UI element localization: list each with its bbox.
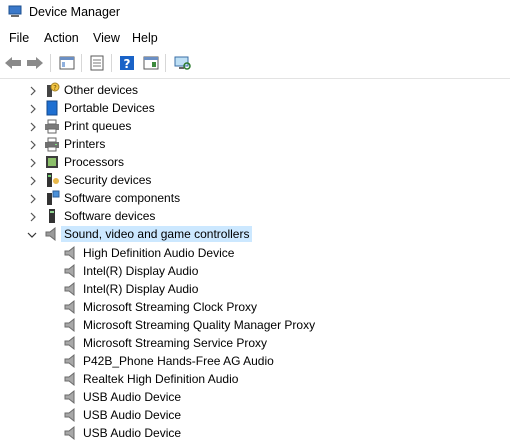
speaker-icon bbox=[63, 281, 79, 297]
device-label: USB Audio Device bbox=[83, 408, 182, 422]
chevron-right-icon[interactable] bbox=[28, 157, 38, 168]
toolbar-separator bbox=[50, 54, 51, 72]
device-item[interactable]: Intel(R) Display Audio bbox=[0, 280, 510, 298]
device-label: P42B_Phone Hands-Free AG Audio bbox=[83, 354, 274, 368]
show-hide-console-tree-icon[interactable] bbox=[57, 53, 77, 73]
chevron-right-icon[interactable] bbox=[28, 193, 38, 204]
menu-view[interactable]: View bbox=[93, 31, 120, 45]
action-pane-icon[interactable] bbox=[141, 53, 161, 73]
tree-node-label: Security devices bbox=[64, 173, 152, 187]
speaker-icon bbox=[63, 353, 79, 369]
toolbar: ? bbox=[0, 50, 510, 76]
device-item[interactable]: Microsoft Streaming Quality Manager Prox… bbox=[0, 316, 510, 334]
menu-action[interactable]: Action bbox=[44, 31, 79, 45]
title-bar: Device Manager bbox=[0, 0, 510, 26]
scan-hardware-icon[interactable] bbox=[172, 53, 192, 73]
processor-icon bbox=[44, 154, 60, 170]
properties-icon[interactable] bbox=[87, 53, 107, 73]
window-title: Device Manager bbox=[29, 5, 121, 19]
tree-node-label: Processors bbox=[64, 155, 125, 169]
portable-devices-icon bbox=[44, 100, 60, 116]
chevron-right-icon[interactable] bbox=[28, 139, 38, 150]
device-label: Intel(R) Display Audio bbox=[83, 282, 199, 296]
chevron-right-icon[interactable] bbox=[28, 211, 38, 222]
device-label: High Definition Audio Device bbox=[83, 246, 235, 260]
printer-icon bbox=[44, 136, 60, 152]
speaker-icon bbox=[63, 425, 79, 441]
chevron-right-icon[interactable] bbox=[28, 103, 38, 114]
device-item[interactable]: USB Audio Device bbox=[0, 406, 510, 424]
forward-arrow-icon[interactable] bbox=[25, 53, 45, 73]
speaker-icon bbox=[63, 263, 79, 279]
chevron-right-icon[interactable] bbox=[28, 121, 38, 132]
back-arrow-icon[interactable] bbox=[3, 53, 23, 73]
software-device-icon bbox=[44, 208, 60, 224]
chevron-right-icon[interactable] bbox=[28, 85, 38, 96]
device-tree: ? Other devices Portable Devices Print q… bbox=[0, 78, 510, 446]
tree-node-label: Software components bbox=[64, 191, 181, 205]
device-label: USB Audio Device bbox=[83, 426, 182, 440]
help-icon[interactable]: ? bbox=[117, 53, 137, 73]
tree-node-printers[interactable]: Printers bbox=[0, 135, 510, 153]
tree-node-label: Print queues bbox=[64, 119, 132, 133]
device-label: USB Audio Device bbox=[83, 390, 182, 404]
speaker-icon bbox=[63, 389, 79, 405]
tree-node-label: Portable Devices bbox=[64, 101, 155, 115]
device-label: Microsoft Streaming Clock Proxy bbox=[83, 300, 258, 314]
toolbar-separator bbox=[111, 54, 112, 72]
menu-file[interactable]: File bbox=[9, 31, 29, 45]
tree-node-software-devices[interactable]: Software devices bbox=[0, 207, 510, 225]
device-label: Intel(R) Display Audio bbox=[83, 264, 199, 278]
chevron-right-icon[interactable] bbox=[28, 175, 38, 186]
speaker-icon bbox=[63, 245, 79, 261]
device-item[interactable]: Realtek High Definition Audio bbox=[0, 370, 510, 388]
tree-node-label: Other devices bbox=[64, 83, 139, 97]
device-item[interactable]: Intel(R) Display Audio bbox=[0, 262, 510, 280]
device-label: Microsoft Streaming Service Proxy bbox=[83, 336, 268, 350]
tree-node-portable-devices[interactable]: Portable Devices bbox=[0, 99, 510, 117]
device-label: Realtek High Definition Audio bbox=[83, 372, 239, 386]
toolbar-separator bbox=[81, 54, 82, 72]
chevron-down-icon[interactable] bbox=[27, 229, 37, 239]
tree-node-software-components[interactable]: Software components bbox=[0, 189, 510, 207]
tree-node-security-devices[interactable]: Security devices bbox=[0, 171, 510, 189]
print-queue-icon bbox=[44, 118, 60, 134]
speaker-icon bbox=[44, 226, 60, 242]
tree-node-label: Printers bbox=[64, 137, 106, 151]
tree-node-other-devices[interactable]: ? Other devices bbox=[0, 81, 510, 99]
speaker-icon bbox=[63, 317, 79, 333]
device-item[interactable]: Microsoft Streaming Clock Proxy bbox=[0, 298, 510, 316]
menu-help[interactable]: Help bbox=[132, 31, 158, 45]
tree-node-processors[interactable]: Processors bbox=[0, 153, 510, 171]
device-manager-icon bbox=[8, 4, 22, 18]
menu-bar: File Action View Help bbox=[0, 27, 510, 49]
svg-text:?: ? bbox=[124, 57, 131, 71]
security-device-icon bbox=[44, 172, 60, 188]
tree-node-label: Sound, video and game controllers bbox=[61, 226, 253, 242]
device-item[interactable]: Microsoft Streaming Service Proxy bbox=[0, 334, 510, 352]
device-item[interactable]: P42B_Phone Hands-Free AG Audio bbox=[0, 352, 510, 370]
device-item[interactable]: USB Audio Device bbox=[0, 388, 510, 406]
device-item[interactable]: High Definition Audio Device bbox=[0, 244, 510, 262]
toolbar-separator bbox=[165, 54, 166, 72]
tree-node-print-queues[interactable]: Print queues bbox=[0, 117, 510, 135]
speaker-icon bbox=[63, 371, 79, 387]
other-devices-icon: ? bbox=[44, 82, 60, 98]
tree-node-label: Software devices bbox=[64, 209, 156, 223]
svg-text:?: ? bbox=[53, 84, 57, 92]
software-component-icon bbox=[44, 190, 60, 206]
speaker-icon bbox=[63, 335, 79, 351]
device-item[interactable]: USB Audio Device bbox=[0, 424, 510, 442]
device-label: Microsoft Streaming Quality Manager Prox… bbox=[83, 318, 316, 332]
tree-node-sound-video-game-controllers[interactable]: Sound, video and game controllers bbox=[0, 225, 510, 243]
speaker-icon bbox=[63, 299, 79, 315]
speaker-icon bbox=[63, 407, 79, 423]
